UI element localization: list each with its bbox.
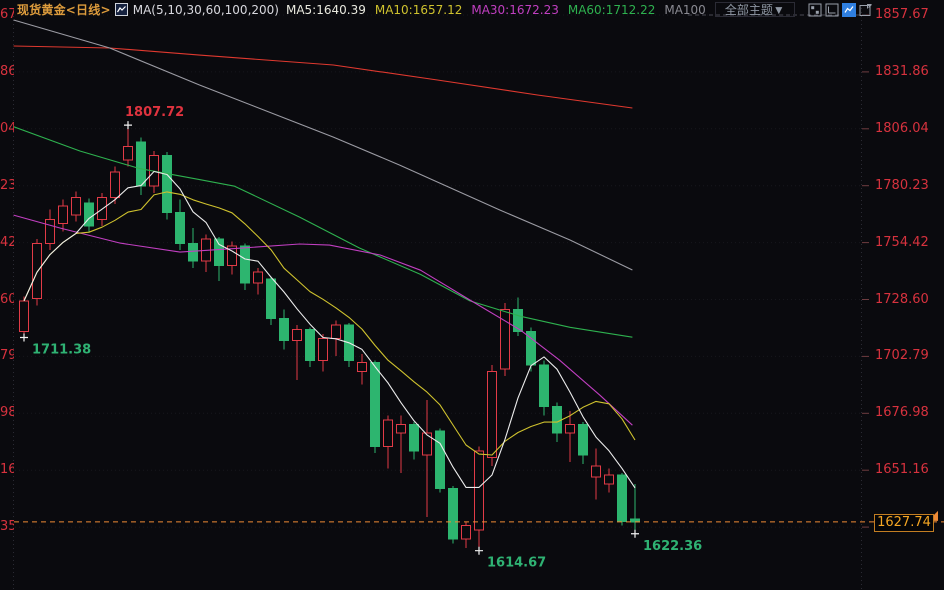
extreme-cross-marker (475, 547, 483, 555)
candle-body (579, 424, 588, 455)
candle-body (59, 206, 68, 224)
ma-line-ma10 (24, 192, 635, 455)
price-axis-label-right: 1780.23 (875, 178, 929, 194)
candle-body (124, 147, 133, 160)
price-axis-label-right: 1806.04 (875, 121, 929, 137)
ma-line-ma60 (14, 127, 633, 338)
price-axis-label-left: 35 (0, 519, 14, 535)
candle-body (280, 319, 289, 341)
candle-body (176, 213, 185, 244)
ma-values: MA5:1640.39 MA10:1657.12 MA30:1672.23 MA60:… (286, 3, 715, 17)
extreme-cross-marker (631, 530, 639, 538)
candle-body (306, 330, 315, 361)
price-gridlines (14, 8, 870, 590)
candle-body (449, 488, 458, 539)
price-axis-label-right: 1676.98 (875, 405, 929, 421)
price-axis-label-right: 1831.86 (875, 64, 929, 80)
price-axis-label-right: 1651.16 (875, 462, 929, 478)
candle-body (20, 301, 29, 332)
candle-body (72, 197, 81, 215)
candle-body (111, 172, 120, 197)
ma-value-label: MA60:1712.22 (568, 3, 656, 17)
ma-line-ma5 (24, 172, 635, 488)
price-annotations: 1807.72 1711.38 1614.67 1622.36 (20, 105, 702, 571)
candle-body (241, 246, 250, 283)
candle-body (436, 431, 445, 488)
extreme-cross-marker (124, 121, 132, 129)
price-axis-label-right: 1754.42 (875, 235, 929, 251)
candle-body (371, 363, 380, 447)
pane-chart-icon[interactable] (825, 3, 839, 17)
candle-body (462, 526, 471, 539)
mini-chart-icon (115, 3, 128, 16)
theme-dropdown[interactable]: 全部主题▼ (715, 2, 795, 17)
candle-body (163, 155, 172, 212)
ma-lines (14, 20, 635, 488)
price-axis-label-left: 16 (0, 462, 14, 478)
candle-body (475, 451, 484, 530)
candle-body (527, 332, 536, 365)
candle-body (397, 424, 406, 433)
candle-body (358, 363, 367, 372)
ma-line-ma100 (14, 20, 633, 270)
price-axis-label-left: 86 (0, 64, 14, 80)
candlestick-chart-area[interactable]: 1807.72 1711.38 1614.67 1622.36 (0, 0, 944, 590)
candle-body (410, 424, 419, 450)
current-price-tag: 1627.74 (874, 514, 934, 532)
ma-value-label: MA100 (664, 3, 705, 17)
price-axis-label-right: 1728.60 (875, 292, 929, 308)
price-axis-label-left: 04 (0, 121, 14, 137)
trading-chart-window: 1807.721711.381614.671622.36 1857.671831… (0, 0, 944, 590)
candle-body (605, 475, 614, 484)
candle-body (319, 338, 328, 360)
ma-line-ma200 (14, 46, 633, 108)
candle-body (566, 424, 575, 433)
candle-body (215, 239, 224, 265)
chart-header: 现货黄金<日线> MA(5,10,30,60,100,200) MA5:1640… (0, 0, 944, 19)
new-pane-icon[interactable] (859, 3, 873, 17)
candle-body (553, 407, 562, 433)
price-annotation: 1711.38 (32, 343, 91, 358)
ma-value-label: MA30:1672.23 (471, 3, 559, 17)
extreme-cross-marker (20, 334, 28, 342)
chart-toolbar (808, 3, 873, 17)
candle-body (254, 272, 263, 283)
ma-value-label: MA10:1657.12 (375, 3, 463, 17)
symbol-title: 现货黄金<日线> (17, 1, 111, 18)
candle-body (488, 371, 497, 457)
ma-value-label: MA5:1640.39 (286, 3, 366, 17)
candle-body (384, 420, 393, 446)
price-annotation: 1614.67 (487, 556, 546, 571)
price-axis-label-left: 42 (0, 235, 14, 251)
candle-body (137, 142, 146, 186)
price-axis-label-right: 1702.79 (875, 348, 929, 364)
price-axis-label-left: 98 (0, 405, 14, 421)
candle-body (592, 466, 601, 477)
candle-body (46, 219, 55, 243)
price-annotation: 1807.72 (125, 105, 184, 120)
candle-body (267, 279, 276, 319)
candle-body (618, 475, 627, 521)
candle-body (33, 244, 42, 299)
candle-body (98, 197, 107, 219)
layout-grid-icon[interactable] (808, 3, 822, 17)
candle-body (332, 325, 341, 338)
chart-style-active-icon[interactable] (842, 3, 856, 17)
ma-settings-label: MA(5,10,30,60,100,200) (133, 3, 279, 17)
price-axis-label-left: 23 (0, 178, 14, 194)
candle-body (540, 365, 549, 407)
price-annotation: 1622.36 (643, 539, 702, 554)
candle-body (293, 330, 302, 341)
price-axis-label-left: 60 (0, 292, 14, 308)
price-axis-label-left: 79 (0, 348, 14, 364)
candle-body (189, 244, 198, 262)
